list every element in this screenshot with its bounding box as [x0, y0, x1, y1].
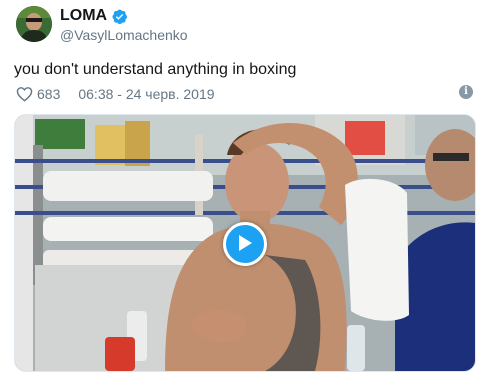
verified-badge-icon [111, 8, 128, 25]
like-count[interactable]: 683 [37, 86, 60, 102]
user-handle[interactable]: @VasylLomachenko [60, 27, 188, 43]
heart-icon[interactable] [16, 86, 33, 102]
name-row: LOMA [60, 6, 128, 26]
tweet-meta: 683 06:38 - 24 черв. 2019 [16, 85, 215, 103]
info-icon[interactable]: i [459, 85, 473, 99]
tweet-text: you don't understand anything in boxing [14, 61, 297, 78]
play-icon [239, 235, 252, 251]
display-name[interactable]: LOMA [60, 7, 107, 25]
timestamp[interactable]: 06:38 - 24 черв. 2019 [78, 86, 214, 102]
avatar[interactable] [16, 6, 52, 42]
play-button[interactable] [223, 222, 267, 266]
tweet-card: LOMA @VasylLomachenko you don't understa… [0, 0, 493, 382]
